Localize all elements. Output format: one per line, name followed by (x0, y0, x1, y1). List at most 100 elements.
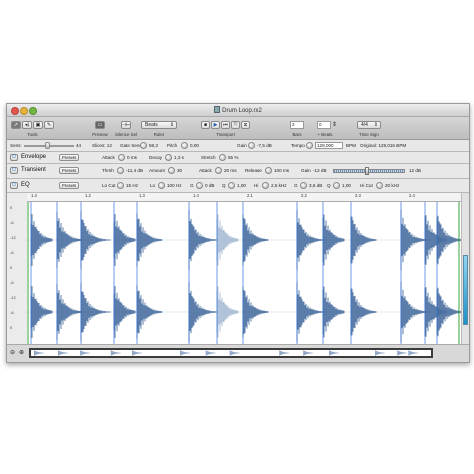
ruler-tick-label: 1.3 (139, 193, 145, 198)
pencil-tool-button[interactable]: ✎ (44, 121, 54, 129)
pitch-knob[interactable] (181, 142, 188, 149)
pencil-icon: ✎ (46, 122, 52, 128)
bars-field[interactable]: 2 (290, 121, 304, 129)
decay-knob[interactable] (165, 154, 172, 161)
gain-knob[interactable] (248, 142, 255, 149)
release-label: Release (245, 168, 262, 173)
hi-label: Hi (254, 183, 259, 188)
preview-icon: ▭ (97, 122, 103, 128)
tempo-field[interactable]: 128,000 (315, 142, 343, 149)
overview-burst (279, 350, 290, 356)
gate-sens-label: Gate Sens (120, 143, 142, 148)
arrow-tool-button[interactable]: ➚ (11, 121, 21, 129)
tr-gain-value: 12 dB (409, 168, 422, 173)
release-value: 100 ms (274, 168, 290, 173)
decay-value: 1,3 s (174, 155, 184, 160)
silence-icon: ⊣⊢ (121, 122, 131, 128)
audition-tool-button[interactable]: ◂) (22, 121, 32, 129)
stretch-label: Stretch (201, 155, 216, 160)
lo-knob[interactable] (158, 182, 165, 189)
transient-toggle[interactable]: ⏻ (10, 167, 18, 174)
stretch-value: 55 % (228, 155, 239, 160)
metronome-button[interactable]: ⧖ (241, 121, 250, 129)
stretch-knob[interactable] (219, 154, 226, 161)
power-icon: ⏻ (12, 154, 16, 160)
amount-knob[interactable] (168, 167, 175, 174)
stop-icon: ■ (203, 122, 208, 128)
stop-button[interactable]: ■ (201, 121, 210, 129)
beat-ruler[interactable]: 1.4 1.2 1.3 1.4 2.1 2.2 2.3 2.4 (27, 193, 461, 202)
ruler-tick-label: 1.2 (85, 193, 91, 198)
transient-gain-handle[interactable] (365, 167, 369, 175)
ruler-tick-label: 2.3 (355, 193, 361, 198)
sens-value: 44 (76, 143, 82, 148)
power-icon: ⏻ (12, 167, 16, 173)
output-meter (463, 255, 468, 325)
eq-presets[interactable]: Presets (59, 182, 79, 189)
q2-value: 1,00 (342, 183, 351, 188)
tr-gain-scale: -12 dB (313, 168, 327, 173)
waveform-display[interactable] (27, 202, 463, 350)
power-icon: ⏻ (12, 182, 16, 188)
gate-sens-knob[interactable] (140, 142, 147, 149)
q1-label: Q (222, 183, 226, 188)
ruler-select[interactable]: Beats ⇕ (141, 121, 177, 129)
tempo-knob[interactable] (306, 142, 313, 149)
silence-selected-button[interactable]: ⊣⊢ (121, 121, 131, 129)
play-button[interactable]: ▶ (211, 121, 220, 129)
sens-slider-handle[interactable] (45, 142, 50, 149)
thrsh-label: Thrsh (102, 168, 114, 173)
amount-value: 30 (177, 168, 183, 173)
level-tick: -12 (10, 235, 16, 240)
envelope-toggle[interactable]: ⏻ (10, 154, 18, 161)
level-tick: 0 (10, 265, 13, 270)
hi-cut-knob[interactable] (376, 182, 383, 189)
lock-icon: ▣ (35, 122, 41, 128)
lo-cut-knob[interactable] (117, 182, 124, 189)
envelope-row: ⏻ Envelope Presets Attack 0 ms Decay 1,3… (7, 152, 469, 164)
q1-knob[interactable] (228, 182, 235, 189)
g1-knob[interactable] (196, 182, 203, 189)
transport-label: Transport (216, 132, 235, 137)
time-signature-select[interactable]: 4/4 ⇕ (357, 121, 381, 129)
metronome-icon: ⧖ (243, 122, 248, 128)
original-tempo: Original: 128,016 BPM (360, 143, 407, 148)
zoom-in-icon[interactable]: ⊕ (19, 349, 24, 356)
waveform-burst (436, 287, 463, 337)
waveform-burst (436, 215, 463, 265)
q2-knob[interactable] (333, 182, 340, 189)
zoom-out-icon[interactable]: ⊖ (10, 349, 15, 356)
transient-gain-slider[interactable] (333, 169, 405, 173)
level-tick: 0 (10, 325, 13, 330)
thrsh-knob[interactable] (117, 167, 124, 174)
transient-presets[interactable]: Presets (59, 167, 79, 174)
beats-field[interactable]: 0 (317, 121, 331, 129)
lo-label: Lo (150, 183, 156, 188)
envelope-presets[interactable]: Presets (59, 154, 79, 161)
overview-burst (205, 350, 216, 356)
vertical-scrollbar[interactable] (461, 193, 469, 350)
release-knob[interactable] (265, 167, 272, 174)
beats-label: + Beats (317, 132, 333, 137)
ruler-tick-label: 1.4 (31, 193, 37, 198)
gate-sens-value: 58,3 (149, 143, 158, 148)
loop-button[interactable]: ⤧ (231, 121, 240, 129)
preview-button[interactable]: ▭ (95, 121, 105, 129)
tr-attack-knob[interactable] (215, 167, 222, 174)
rewind-button[interactable]: ⏮ (221, 121, 230, 129)
lock-tool-button[interactable]: ▣ (33, 121, 43, 129)
g2-knob[interactable] (300, 182, 307, 189)
env-attack-label: Attack (102, 155, 115, 160)
time-sign-label: Time Sign (359, 132, 379, 137)
beats-stepper-icon[interactable]: ⇕ (332, 121, 337, 128)
level-tick: -6 (10, 280, 14, 285)
pitch-value: 0,00 (190, 143, 199, 148)
hi-knob[interactable] (262, 182, 269, 189)
overview-selection[interactable] (29, 348, 433, 358)
g1-value: 0 dB (205, 183, 215, 188)
env-attack-knob[interactable] (118, 154, 125, 161)
eq-toggle[interactable]: ⏻ (10, 182, 18, 189)
level-tick: -6 (10, 310, 14, 315)
ruler-label: Ruler (153, 132, 165, 137)
bars-label: Bars (292, 132, 302, 137)
